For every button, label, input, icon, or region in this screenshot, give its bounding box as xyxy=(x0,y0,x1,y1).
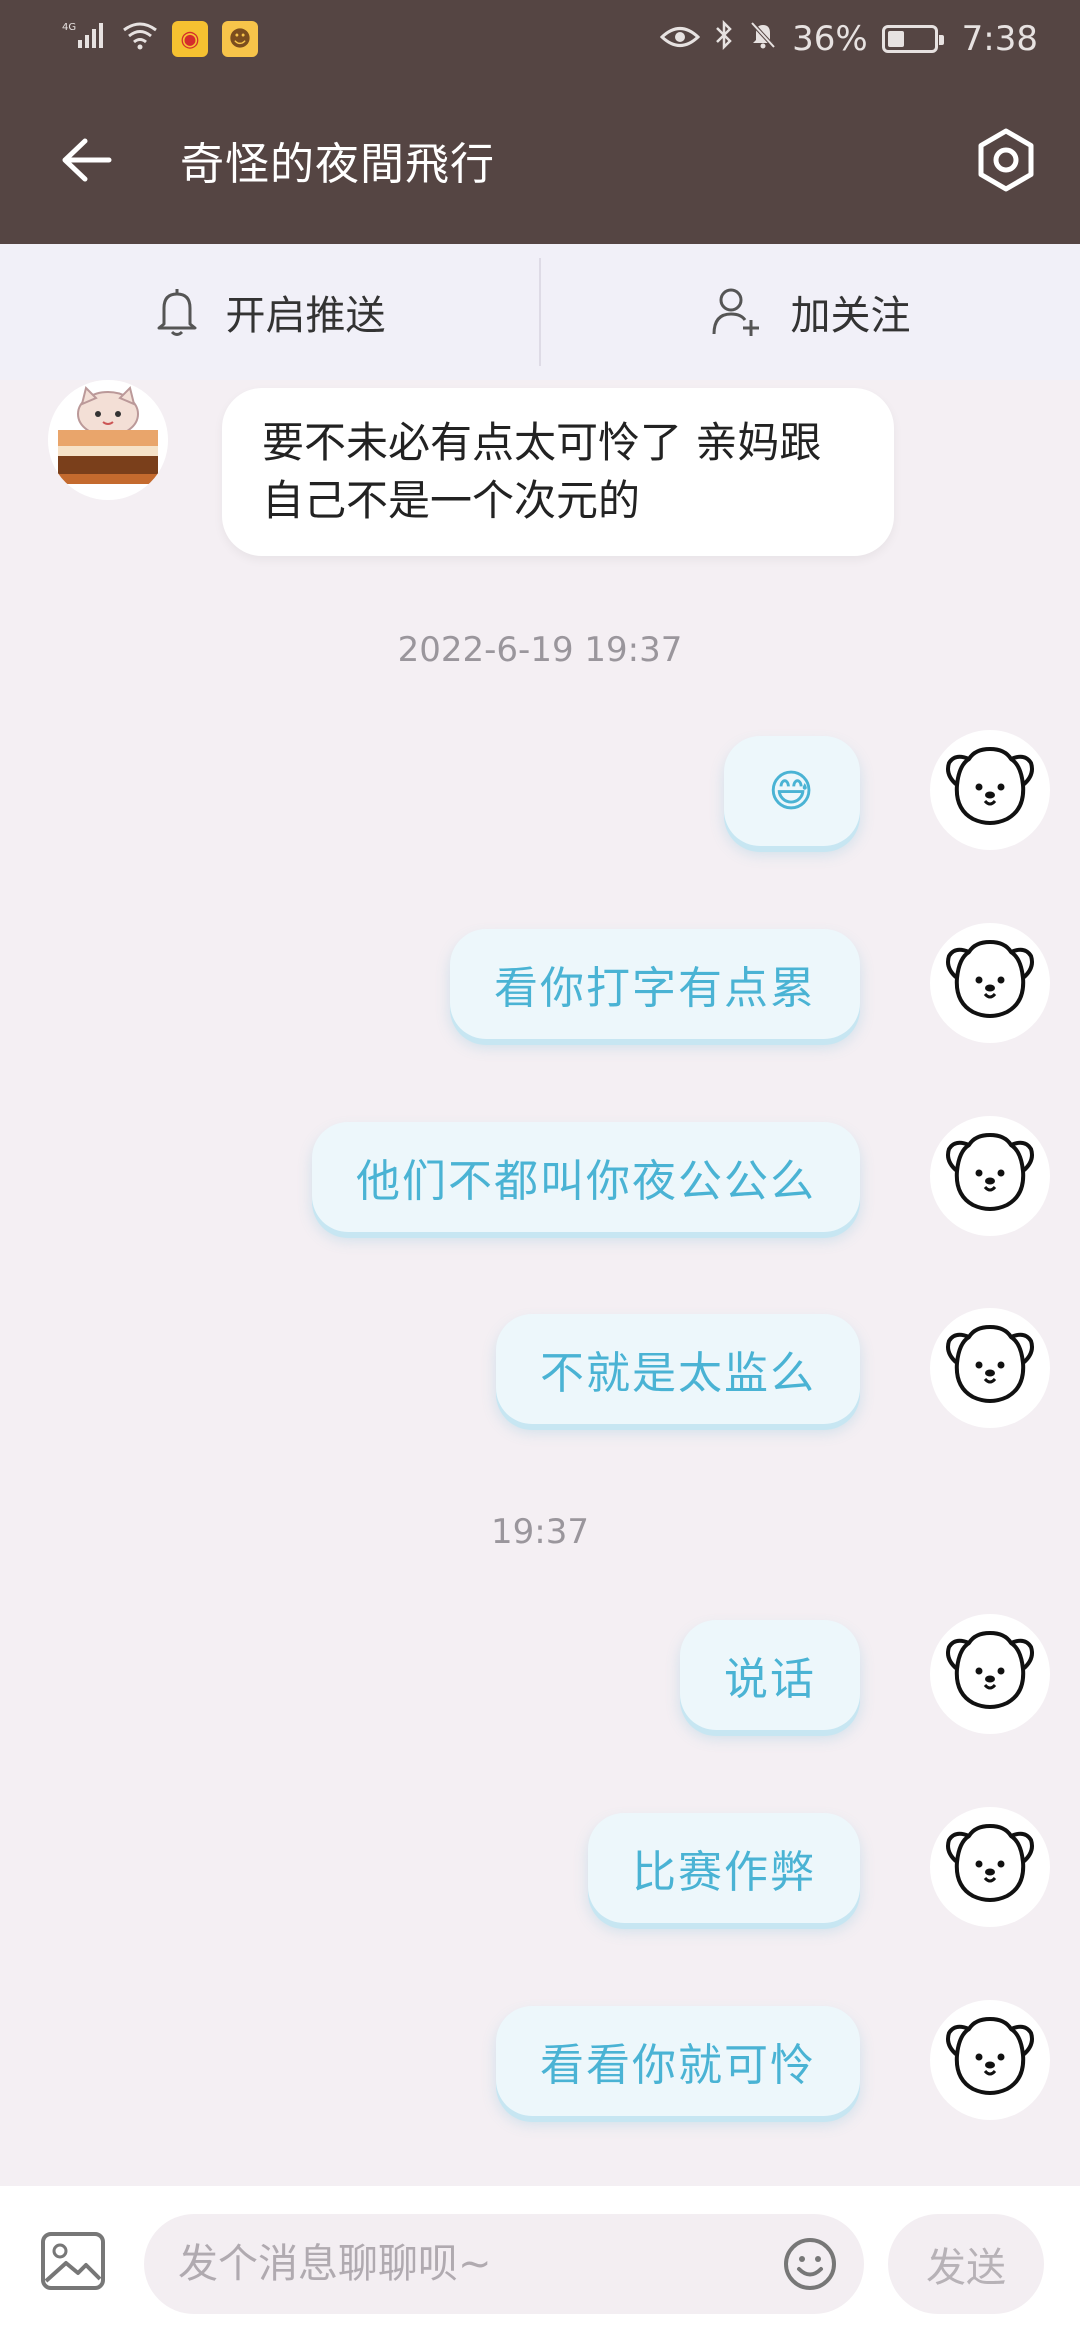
outgoing-message-bubble[interactable]: 比赛作弊 xyxy=(588,1813,860,1923)
mute-bell-icon xyxy=(748,19,778,59)
outgoing-message-bubble[interactable]: 他们不都叫你夜公公么 xyxy=(312,1122,860,1232)
battery-percent: 36% xyxy=(792,19,868,59)
outgoing-message-bubble[interactable]: 看你打字有点累 xyxy=(450,929,860,1039)
message-row: 他们不都叫你夜公公么 xyxy=(0,1116,1080,1236)
follow-label: 加关注 xyxy=(790,293,911,339)
cat-avatar-icon xyxy=(48,380,168,500)
my-avatar[interactable] xyxy=(930,1614,1050,1734)
dog-avatar-icon xyxy=(935,1619,1045,1729)
image-icon xyxy=(41,2232,105,2290)
back-button[interactable] xyxy=(52,125,122,195)
incoming-message-bubble[interactable]: 要不未必有点太可怜了 亲妈跟自己不是一个次元的 xyxy=(222,388,894,556)
emoji-button[interactable] xyxy=(780,2234,840,2294)
message-row: 看你打字有点累 xyxy=(0,923,1080,1043)
clock: 7:38 xyxy=(961,19,1038,59)
battery-icon xyxy=(881,25,944,53)
contact-avatar[interactable] xyxy=(48,380,168,500)
status-bar: 4G ◉ ☻ 36% 7:38 xyxy=(0,0,1080,78)
outgoing-message-bubble[interactable]: 😅 xyxy=(724,736,860,846)
message-input[interactable] xyxy=(178,2214,758,2314)
dog-avatar-icon xyxy=(935,2005,1045,2115)
battery-level xyxy=(887,31,904,47)
send-button[interactable]: 发送 xyxy=(888,2214,1044,2314)
outgoing-message-bubble[interactable]: 看看你就可怜 xyxy=(496,2006,860,2116)
dog-avatar-icon xyxy=(935,1812,1045,1922)
bell-icon xyxy=(157,289,196,336)
signal-icon: 4G xyxy=(62,19,108,59)
eye-icon xyxy=(659,19,701,59)
composer-bar: 发送 xyxy=(0,2186,1080,2340)
network-label: 4G xyxy=(62,22,76,33)
image-picker-button[interactable] xyxy=(38,2226,108,2296)
settings-button[interactable] xyxy=(968,122,1044,198)
outgoing-message-bubble[interactable]: 说话 xyxy=(680,1620,860,1730)
page-title: 奇怪的夜間飛行 xyxy=(180,139,495,190)
add-user-icon xyxy=(712,288,759,336)
smiley-icon xyxy=(784,2238,836,2290)
weibo-notification-icon: ◉ xyxy=(172,21,208,57)
enable-push-button[interactable]: 开启推送 xyxy=(0,244,539,380)
my-avatar[interactable] xyxy=(930,1116,1050,1236)
header: 4G ◉ ☻ 36% 7:38 奇怪的夜間飛行 xyxy=(0,0,1080,244)
my-avatar[interactable] xyxy=(930,1807,1050,1927)
arrow-left-icon xyxy=(62,138,112,182)
message-row: 看看你就可怜 xyxy=(0,2000,1080,2120)
message-row: 😅 xyxy=(0,730,1080,850)
wifi-icon xyxy=(122,19,158,59)
message-input-container xyxy=(144,2214,864,2314)
outgoing-message-bubble[interactable]: 不就是太监么 xyxy=(496,1314,860,1424)
app-notification-icon: ☻ xyxy=(222,21,258,57)
message-row: 比赛作弊 xyxy=(0,1807,1080,1927)
chat-list[interactable]: 要不未必有点太可怜了 亲妈跟自己不是一个次元的 2022-6-19 19:37 … xyxy=(0,380,1080,2180)
dog-avatar-icon xyxy=(935,1313,1045,1423)
dog-avatar-icon xyxy=(935,928,1045,1038)
message-row: 不就是太监么 xyxy=(0,1308,1080,1428)
my-avatar[interactable] xyxy=(930,2000,1050,2120)
my-avatar[interactable] xyxy=(930,730,1050,850)
my-avatar[interactable] xyxy=(930,1308,1050,1428)
dog-avatar-icon xyxy=(935,735,1045,845)
action-bar: 开启推送 加关注 xyxy=(0,244,1080,380)
enable-push-label: 开启推送 xyxy=(225,293,386,339)
message-row: 说话 xyxy=(0,1614,1080,1734)
dog-avatar-icon xyxy=(935,1121,1045,1231)
follow-button[interactable]: 加关注 xyxy=(541,244,1080,380)
message-timestamp: 19:37 xyxy=(491,1512,589,1552)
my-avatar[interactable] xyxy=(930,923,1050,1043)
message-timestamp: 2022-6-19 19:37 xyxy=(397,630,683,670)
gear-hexagon-icon xyxy=(978,128,1034,192)
bluetooth-icon xyxy=(714,19,734,59)
